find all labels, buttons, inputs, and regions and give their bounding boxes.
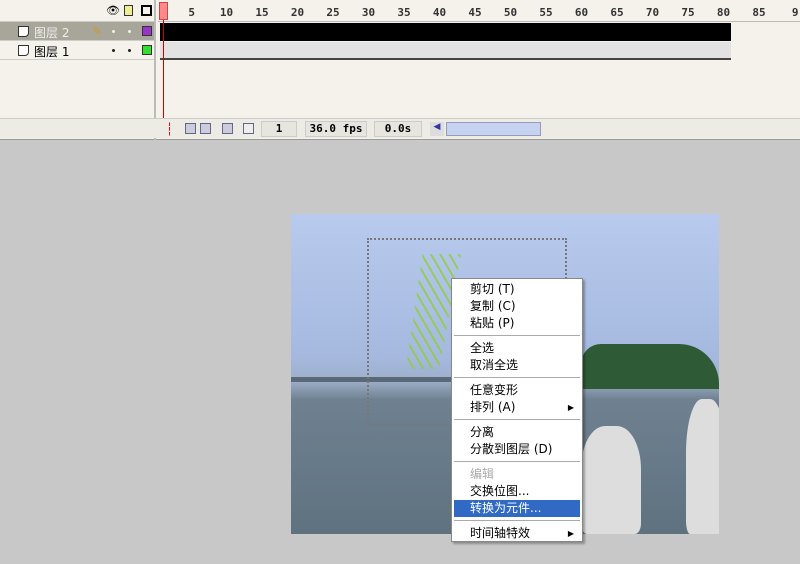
menu-item-label: 时间轴特效 (470, 526, 531, 540)
menu-item[interactable]: 分散到图层 (D) (452, 441, 582, 458)
lock-dot[interactable] (128, 30, 131, 33)
layer-row[interactable]: 图层 1 (0, 41, 154, 60)
menu-item[interactable]: 全选 (452, 340, 582, 357)
context-menu: 剪切 (T) 复制 (C) 粘贴 (P) 全选取消全选任意变形排列 (A) ▶ 分离分散到… (451, 278, 583, 542)
menu-item[interactable]: 复制 (C) (452, 298, 582, 315)
lock-dot[interactable] (128, 49, 131, 52)
ruler-tick: 55 (539, 6, 553, 19)
frame-rate[interactable]: 36.0 fps (305, 121, 367, 137)
layer-row[interactable]: 图层 2 ✎ (0, 22, 154, 41)
balustrade (581, 426, 641, 534)
ruler-tick: 65 (610, 6, 624, 19)
menu-item-label: 取消全选 (470, 358, 519, 372)
lock-icon[interactable] (124, 5, 133, 16)
ruler-tick: 60 (574, 6, 589, 19)
timeline-panel: 👁 图层 2 ✎ 图层 1 ⁘ 151015202530354045505560… (0, 0, 800, 140)
menu-separator (454, 461, 580, 462)
ruler-tick: 9 (791, 6, 799, 19)
menu-separator (454, 419, 580, 420)
visibility-dot[interactable] (112, 30, 115, 33)
layer-icon (18, 45, 29, 56)
horizontal-scrollbar[interactable] (446, 122, 541, 136)
frame-row-layer1[interactable] (160, 42, 731, 60)
elapsed-time: 0.0s (374, 121, 422, 137)
layer-name[interactable]: 图层 1 (34, 43, 69, 60)
visibility-dot[interactable] (112, 49, 115, 52)
menu-item[interactable]: 时间轴特效 ▶ (452, 525, 582, 542)
ruler-tick: 5 (188, 6, 196, 19)
ruler-tick: 15 (255, 6, 269, 19)
menu-item[interactable]: 交换位图... (452, 483, 582, 500)
ruler-tick: 75 (681, 6, 695, 19)
menu-item-label: 复制 (C) (470, 299, 516, 313)
outline-icon[interactable] (141, 5, 152, 16)
menu-item[interactable]: 取消全选 (452, 357, 582, 374)
layer-header: 👁 (0, 0, 154, 22)
playhead[interactable] (159, 2, 168, 20)
current-frame: 1 (261, 121, 297, 137)
layer-icon (18, 26, 29, 37)
menu-separator (454, 377, 580, 378)
onion-markers-icon[interactable] (243, 123, 254, 134)
menu-item-label: 分散到图层 (D) (470, 442, 553, 456)
timeline-statusbar: ┆ 1 36.0 fps 0.0s ◀ (0, 118, 800, 138)
menu-item[interactable]: 排列 (A) ▶ (452, 399, 582, 416)
frame-row-layer2[interactable] (160, 23, 731, 41)
ruler-tick: 85 (752, 6, 766, 19)
submenu-arrow-icon: ▶ (567, 403, 574, 412)
menu-item-label: 交换位图... (470, 484, 530, 498)
menu-item-label: 转换为元件... (470, 501, 542, 515)
edit-multiple-frames-icon[interactable] (222, 123, 233, 134)
menu-item[interactable]: 转换为元件... (454, 500, 580, 517)
menu-item[interactable]: 任意变形 (452, 382, 582, 399)
menu-item-label: 全选 (470, 341, 495, 355)
ruler-tick: 20 (290, 6, 305, 19)
menu-separator (454, 520, 580, 521)
onion-outline-icon[interactable] (200, 123, 211, 134)
balustrade-post (686, 399, 719, 534)
menu-item-label: 排列 (A) (470, 400, 516, 414)
pencil-icon: ✎ (92, 24, 103, 38)
ruler-tick: 80 (716, 6, 731, 19)
submenu-arrow-icon: ▶ (567, 529, 574, 538)
ruler-tick: 35 (397, 6, 411, 19)
menu-item-label: 分离 (470, 425, 495, 439)
menu-item-label: 剪切 (T) (470, 282, 515, 296)
playhead-line (163, 20, 164, 120)
outline-color-swatch[interactable] (142, 45, 152, 55)
menu-item[interactable]: 剪切 (T) (452, 281, 582, 298)
ruler-tick: 30 (361, 6, 376, 19)
menu-item-label: 任意变形 (470, 383, 519, 397)
menu-item-label: 粘贴 (P) (470, 316, 515, 330)
ruler-tick: 40 (432, 6, 447, 19)
menu-item[interactable]: 编辑 (452, 466, 582, 483)
trees (581, 344, 719, 389)
ruler-tick: 50 (503, 6, 518, 19)
frame-ruler[interactable]: 15101520253035404550556065707580859 (158, 0, 800, 22)
ruler-tick: 70 (645, 6, 660, 19)
center-frame-icon[interactable]: ┆ (166, 122, 173, 136)
eye-icon[interactable]: 👁 (106, 4, 120, 17)
ruler-tick: 10 (219, 6, 234, 19)
ruler-tick: 25 (326, 6, 340, 19)
ruler-tick: 45 (468, 6, 482, 19)
menu-separator (454, 335, 580, 336)
onion-skin-icon[interactable] (185, 123, 196, 134)
menu-item[interactable]: 分离 (452, 424, 582, 441)
menu-item-label: 编辑 (470, 467, 495, 481)
layer-name[interactable]: 图层 2 (34, 24, 69, 41)
menu-item[interactable]: 粘贴 (P) (452, 315, 582, 332)
scroll-left-button[interactable]: ◀ (430, 122, 444, 136)
outline-color-swatch[interactable] (142, 26, 152, 36)
